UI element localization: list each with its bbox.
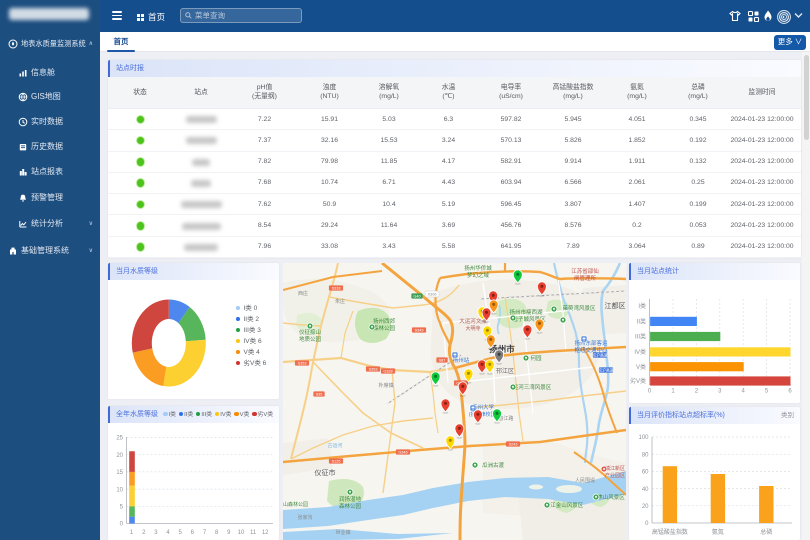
svg-text:世业镇: 世业镇 bbox=[335, 529, 350, 536]
svg-text:0: 0 bbox=[648, 389, 652, 395]
svg-text:0: 0 bbox=[120, 522, 124, 528]
svg-text:江苏省邵仙: 江苏省邵仙 bbox=[571, 267, 599, 275]
svg-text:III类: III类 bbox=[635, 333, 646, 341]
svg-text:氨氮: 氨氮 bbox=[712, 528, 724, 536]
svg-text:S353: S353 bbox=[298, 362, 307, 366]
svg-text:劣V类 6: 劣V类 6 bbox=[244, 358, 267, 367]
svg-text:15: 15 bbox=[116, 470, 123, 476]
svg-text:大明寺: 大明寺 bbox=[465, 325, 480, 332]
svg-text:人民围堤: 人民围堤 bbox=[575, 477, 595, 484]
svg-text:仪征市: 仪征市 bbox=[315, 468, 336, 477]
svg-text:S353: S353 bbox=[369, 368, 378, 372]
svg-text:3: 3 bbox=[718, 389, 722, 395]
svg-text:劣V类: 劣V类 bbox=[630, 377, 646, 385]
svg-text:I类: I类 bbox=[638, 302, 646, 310]
svg-text:西庄: 西庄 bbox=[298, 290, 308, 297]
svg-text:II类 2: II类 2 bbox=[244, 314, 260, 323]
svg-text:1: 1 bbox=[130, 530, 134, 536]
svg-text:江都区: 江都区 bbox=[605, 302, 626, 310]
svg-text:6: 6 bbox=[191, 530, 195, 536]
svg-text:闸管理所: 闸管理所 bbox=[574, 274, 597, 282]
svg-text:8: 8 bbox=[215, 530, 219, 536]
svg-text:3: 3 bbox=[154, 530, 158, 536]
svg-text:朴席镇: 朴席镇 bbox=[378, 382, 393, 389]
svg-text:扬州东部客运: 扬州东部客运 bbox=[574, 339, 608, 347]
svg-text:扬州华侨城: 扬州华侨城 bbox=[464, 264, 492, 272]
svg-text:I类 0: I类 0 bbox=[244, 303, 258, 312]
svg-text:9: 9 bbox=[227, 530, 231, 536]
svg-text:100: 100 bbox=[638, 435, 649, 441]
svg-text:张家沟: 张家沟 bbox=[297, 514, 312, 521]
svg-text:25: 25 bbox=[116, 436, 123, 442]
svg-text:森林公园: 森林公园 bbox=[373, 324, 396, 332]
svg-text:40: 40 bbox=[642, 487, 649, 493]
svg-text:II类: II类 bbox=[637, 318, 646, 326]
svg-text:瓜洲古渡: 瓜洲古渡 bbox=[482, 461, 505, 469]
svg-text:5: 5 bbox=[179, 530, 183, 536]
svg-text:V类 4: V类 4 bbox=[244, 347, 261, 356]
svg-text:4: 4 bbox=[166, 530, 170, 536]
svg-text:0: 0 bbox=[645, 521, 649, 527]
svg-text:10: 10 bbox=[238, 530, 245, 536]
svg-text:镇江新区: 镇江新区 bbox=[605, 465, 625, 472]
svg-text:总磷: 总磷 bbox=[760, 528, 772, 536]
svg-text:茱萸湾风景区: 茱萸湾风景区 bbox=[562, 304, 596, 312]
svg-text:S87: S87 bbox=[439, 359, 446, 363]
svg-text:森林公园: 森林公园 bbox=[339, 502, 362, 510]
svg-text:7: 7 bbox=[203, 530, 207, 536]
svg-text:5: 5 bbox=[120, 505, 124, 511]
svg-text:产业园区: 产业园区 bbox=[605, 472, 625, 479]
svg-text:G346: G346 bbox=[398, 451, 407, 455]
svg-text:润扬湿地: 润扬湿地 bbox=[339, 495, 362, 503]
svg-text:5: 5 bbox=[765, 389, 769, 395]
svg-text:扬州市瘦西湖: 扬州市瘦西湖 bbox=[509, 308, 543, 316]
svg-text:20: 20 bbox=[642, 504, 649, 510]
svg-text:扬州西郊: 扬州西郊 bbox=[373, 317, 396, 325]
svg-text:2: 2 bbox=[142, 530, 146, 536]
svg-text:G328: G328 bbox=[383, 370, 392, 374]
svg-text:G40: G40 bbox=[413, 295, 420, 299]
svg-text:V类: V类 bbox=[636, 363, 646, 371]
svg-text:1: 1 bbox=[671, 389, 675, 395]
svg-text:邗江区: 邗江区 bbox=[496, 367, 514, 375]
svg-text:12: 12 bbox=[262, 530, 269, 536]
svg-text:梦幻之域: 梦幻之域 bbox=[467, 271, 490, 279]
svg-text:S243: S243 bbox=[509, 443, 518, 447]
svg-text:S125: S125 bbox=[332, 460, 341, 464]
svg-text:10: 10 bbox=[116, 487, 123, 493]
svg-text:运河三湾风景区: 运河三湾风景区 bbox=[513, 383, 552, 391]
svg-text:11: 11 bbox=[250, 530, 257, 536]
svg-text:III类 3: III类 3 bbox=[244, 325, 262, 334]
svg-text:何园: 何园 bbox=[530, 354, 542, 362]
svg-text:古运河: 古运河 bbox=[327, 442, 342, 449]
svg-text:IV类: IV类 bbox=[634, 348, 646, 356]
svg-text:京沪高速: 京沪高速 bbox=[598, 368, 613, 373]
svg-text:S333: S333 bbox=[332, 287, 341, 291]
svg-text:6: 6 bbox=[788, 389, 792, 395]
svg-text:枢纽交通中心: 枢纽交通中心 bbox=[574, 346, 608, 354]
svg-text:4: 4 bbox=[742, 389, 746, 395]
svg-text:镇山森林公园: 镇山森林公园 bbox=[283, 501, 308, 508]
svg-text:朱庄: 朱庄 bbox=[335, 298, 345, 305]
svg-text:高锰酸盐指数: 高锰酸盐指数 bbox=[652, 528, 688, 536]
svg-text:20: 20 bbox=[116, 453, 123, 459]
svg-text:S35: S35 bbox=[316, 393, 323, 397]
svg-text:镇江金山风景区: 镇江金山风景区 bbox=[545, 501, 584, 509]
svg-text:S349: S349 bbox=[415, 329, 424, 333]
svg-text:80: 80 bbox=[642, 452, 649, 458]
svg-text:IV类 6: IV类 6 bbox=[244, 336, 262, 345]
svg-text:X306: X306 bbox=[428, 293, 437, 297]
svg-text:60: 60 bbox=[642, 470, 649, 476]
svg-text:焦山风景区: 焦山风景区 bbox=[597, 493, 625, 501]
svg-text:2: 2 bbox=[695, 389, 699, 395]
svg-text:地质公园: 地质公园 bbox=[299, 335, 322, 343]
